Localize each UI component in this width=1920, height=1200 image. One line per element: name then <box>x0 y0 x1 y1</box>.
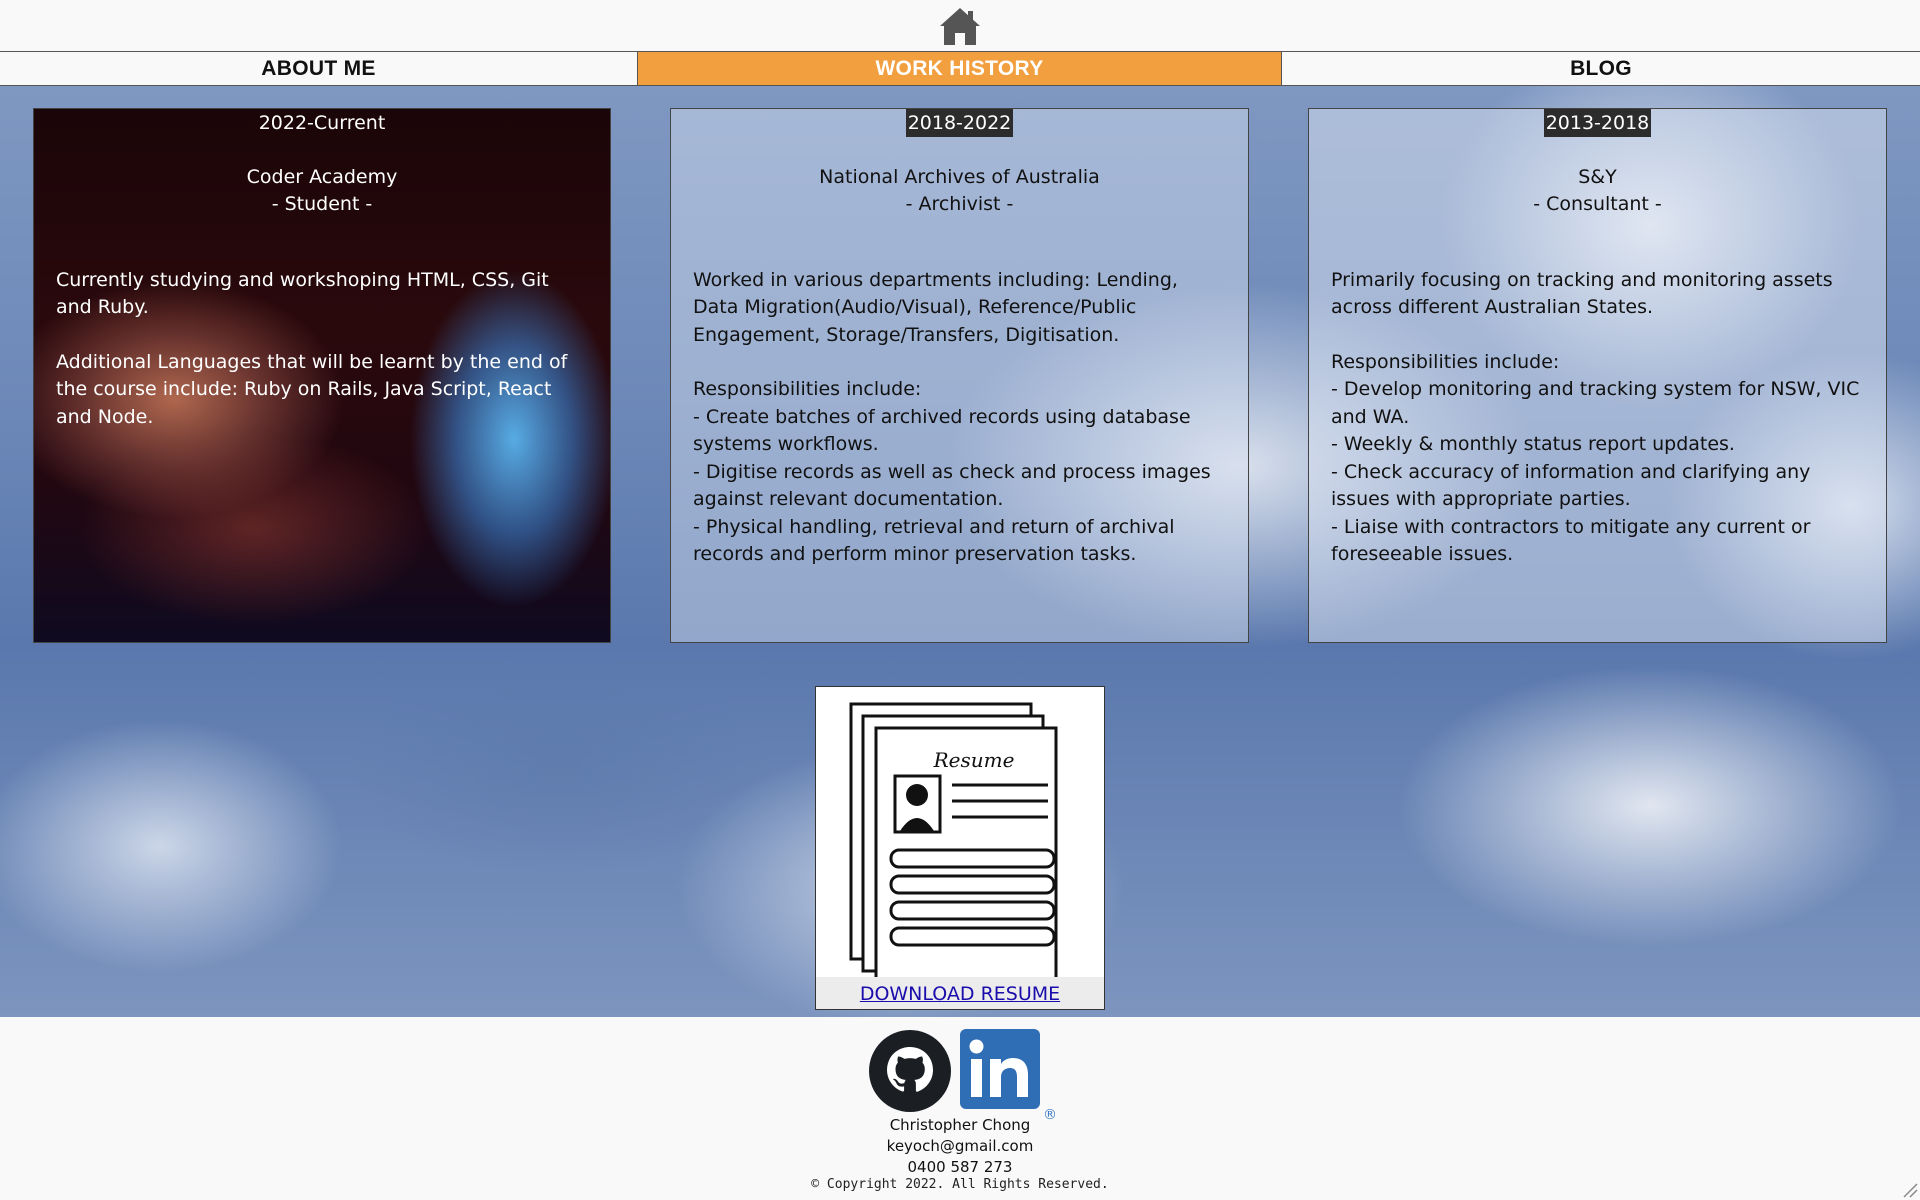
work-card-coder-academy: 2022-Current Coder Academy - Student - C… <box>33 108 611 643</box>
site-header <box>0 0 1920 52</box>
footer-email: keyoch@gmail.com <box>886 1137 1034 1155</box>
footer-name: Christopher Chong <box>889 1116 1031 1134</box>
footer-phone: 0400 587 273 <box>907 1158 1013 1176</box>
linkedin-icon <box>960 1029 1040 1109</box>
work-description: Primarily focusing on tracking and monit… <box>1331 268 1833 319</box>
work-date: 2013-2018 <box>1543 109 1652 137</box>
responsibility-item: - Weekly & monthly status report updates… <box>1331 433 1735 455</box>
resume-footer: DOWNLOAD RESUME <box>816 977 1104 1009</box>
responsibility-item: - Liaise with contractors to mitigate an… <box>1331 515 1811 566</box>
responsibility-item: - Physical handling, retrieval and retur… <box>693 515 1175 566</box>
nav-blog[interactable]: BLOG <box>1282 52 1920 85</box>
resume-title-text: Resume <box>933 748 1015 772</box>
work-card-national-archives: 2018-2022 National Archives of Australia… <box>670 108 1249 643</box>
work-role: - Consultant - <box>1533 193 1662 215</box>
work-company: Coder Academy <box>246 165 398 188</box>
work-date: 2018-2022 <box>905 109 1014 137</box>
work-date: 2022-Current <box>258 112 386 134</box>
responsibility-item: - Develop monitoring and tracking system… <box>1331 378 1860 428</box>
resume-image[interactable]: Resume <box>816 687 1104 985</box>
linkedin-link[interactable] <box>960 1029 1040 1109</box>
work-company: National Archives of Australia <box>819 165 1100 188</box>
responsibilities-heading: Responsibilities include: <box>1331 350 1560 373</box>
resume-download-card: Resume DOWNLOAD RESUME <box>815 686 1105 1010</box>
work-description: Currently studying and workshoping HTML,… <box>56 268 549 319</box>
responsibility-item: - Check accuracy of information and clar… <box>1331 460 1811 511</box>
home-link[interactable] <box>938 5 982 49</box>
github-icon <box>869 1030 951 1112</box>
github-link[interactable] <box>868 1029 952 1113</box>
work-role: - Student - <box>271 193 373 215</box>
work-description-extra: Additional Languages that will be learnt… <box>56 350 568 428</box>
work-card-s-and-y: 2013-2018 S&Y - Consultant - Primarily f… <box>1308 108 1887 643</box>
resume-document-icon: Resume <box>849 702 1058 985</box>
work-role: - Archivist - <box>905 193 1014 215</box>
footer-copyright: © Copyright 2022. All Rights Reserved. <box>811 1177 1109 1192</box>
download-resume-link[interactable]: DOWNLOAD RESUME <box>860 983 1060 1005</box>
responsibility-item: - Digitise records as well as check and … <box>693 460 1211 511</box>
responsibilities-heading: Responsibilities include: <box>693 378 922 400</box>
responsibilities-list: Responsibilities include: - Develop moni… <box>1309 349 1886 569</box>
responsibility-item: - Create batches of archived records usi… <box>693 405 1191 456</box>
main-nav: ABOUT ME WORK HISTORY BLOG <box>0 52 1920 86</box>
social-links: ® <box>868 1029 1058 1127</box>
nav-about-me[interactable]: ABOUT ME <box>0 52 638 85</box>
home-icon <box>940 8 980 45</box>
nav-work-history[interactable]: WORK HISTORY <box>638 52 1282 85</box>
work-description: Worked in various departments including:… <box>693 268 1178 346</box>
resize-grip-icon[interactable] <box>1900 1180 1918 1198</box>
responsibilities-list: Responsibilities include: - Create batch… <box>671 376 1248 569</box>
work-company: S&Y <box>1578 165 1617 188</box>
